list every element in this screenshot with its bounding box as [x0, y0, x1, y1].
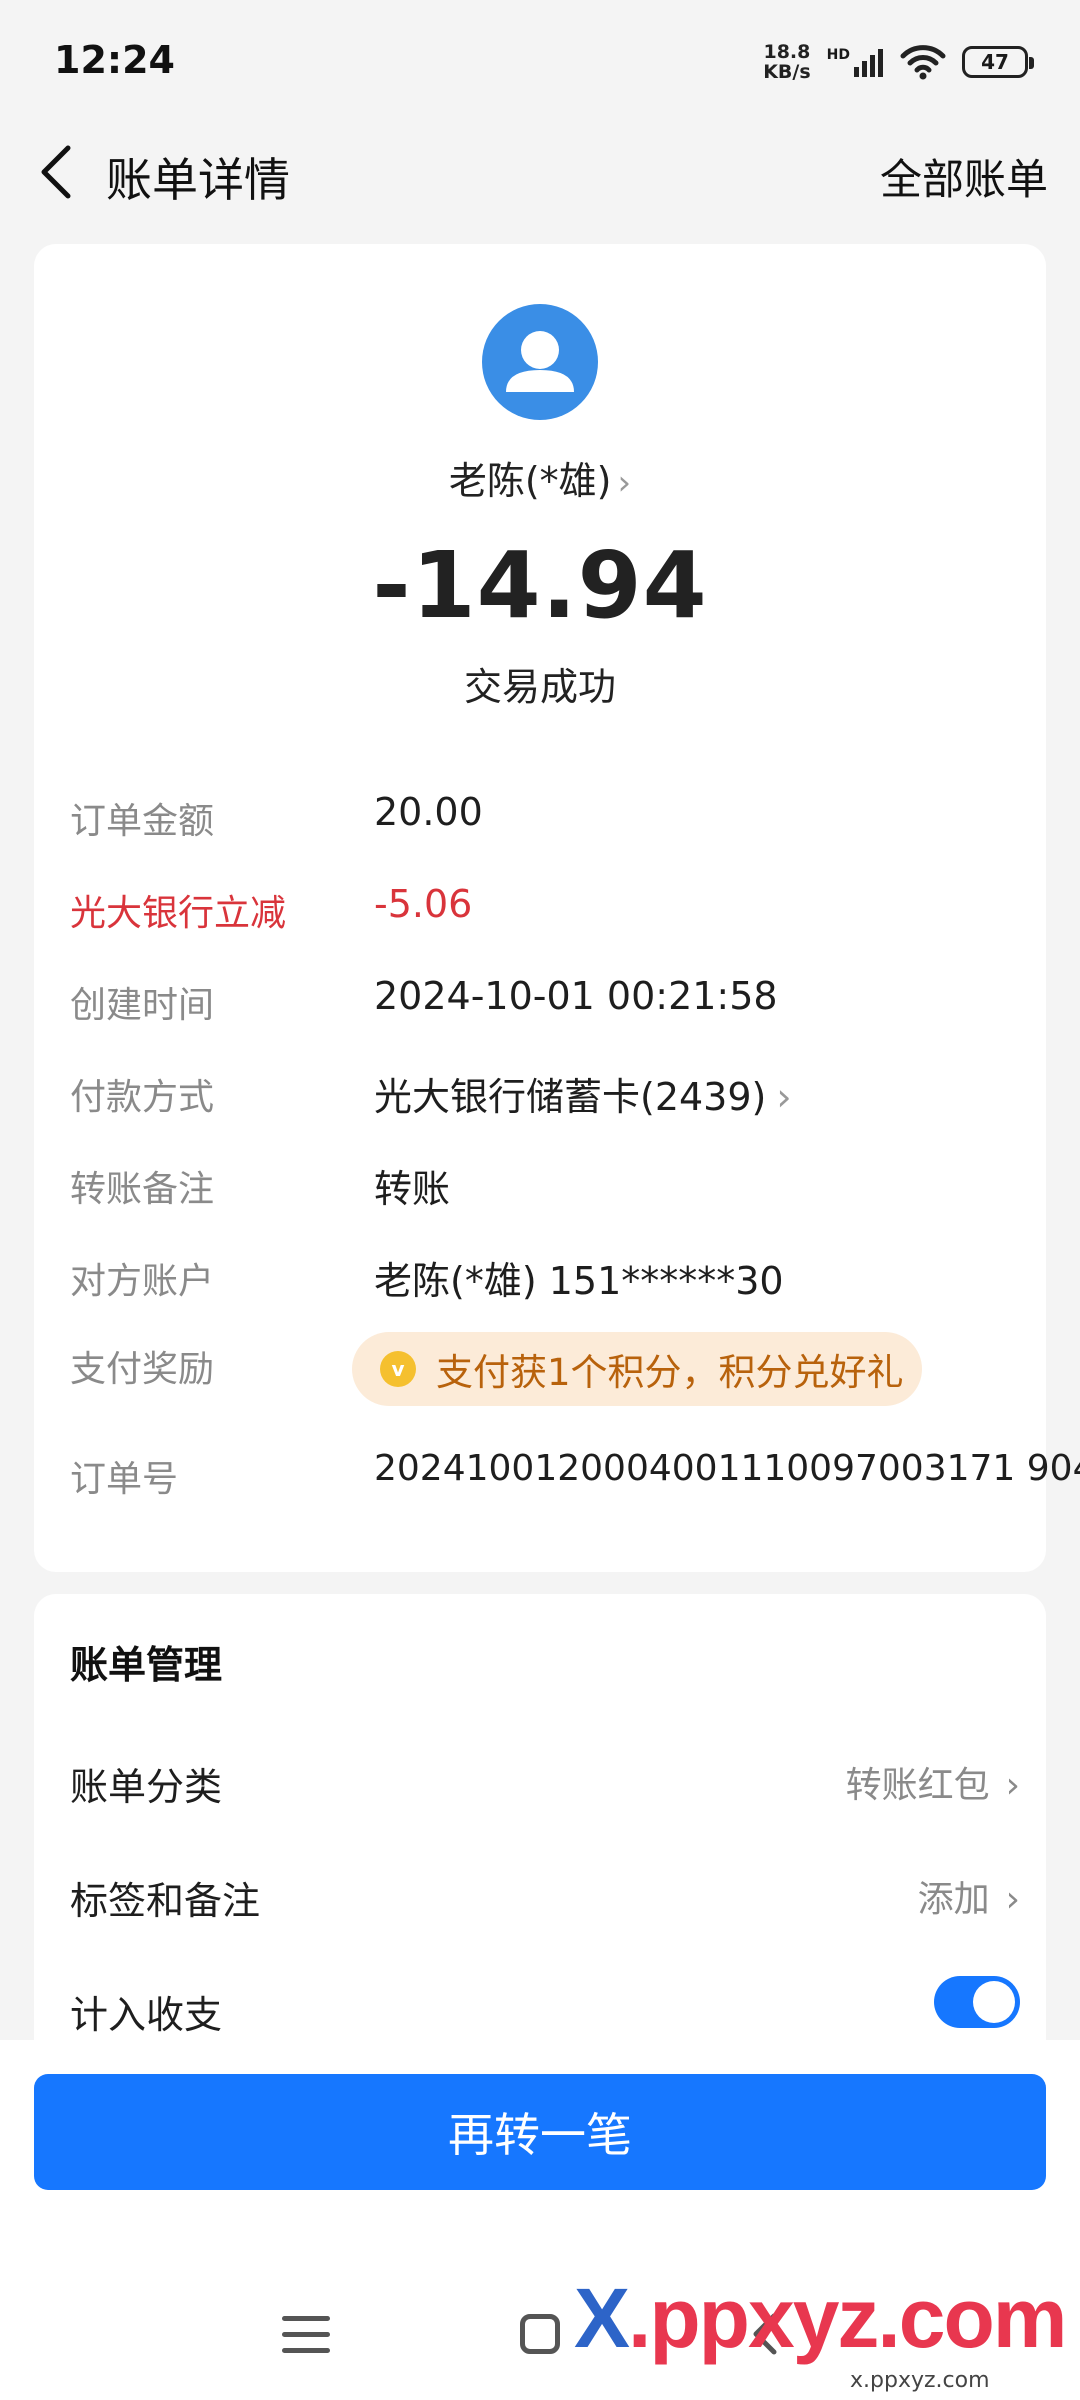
- status-time: 12:24: [54, 38, 175, 82]
- points-coin-icon: v: [380, 1351, 416, 1387]
- battery-icon: 47: [962, 46, 1034, 78]
- payee-name-link[interactable]: 老陈(*雄) ›: [34, 450, 1046, 505]
- bill-manage-card: 账单管理 账单分类 转账红包 › 标签和备注 添加 › 计入收支: [34, 1594, 1046, 2040]
- home-nav-icon[interactable]: [520, 2314, 560, 2354]
- watermark-url: x.ppxyz.com: [850, 2368, 990, 2393]
- status-indicators: 18.8 KB/s HD 47: [763, 38, 1034, 86]
- chevron-right-icon: ›: [776, 1075, 792, 1119]
- chevron-right-icon: ›: [617, 463, 632, 503]
- detail-row-reward: 支付奖励 v 支付获1个积分，积分兑好礼: [70, 1332, 1020, 1412]
- detail-row-order-amount: 订单金额 20.00: [70, 790, 483, 842]
- signal-icon: HD: [827, 47, 884, 77]
- detail-row-transfer-note: 转账备注 转账: [70, 1167, 451, 1211]
- detail-row-counterparty: 对方账户 老陈(*雄) 151******30: [70, 1259, 784, 1303]
- detail-row-created-time: 创建时间 2024-10-01 00:21:58: [70, 974, 778, 1026]
- transaction-status: 交易成功: [463, 665, 616, 709]
- bill-detail-card: 老陈(*雄) › -14.94 交易成功 订单金额 20.00 光大银行立减 -5…: [34, 244, 1080, 1572]
- chevron-left-icon: [41, 145, 71, 199]
- watermark-logo: X.ppxyz.com: [574, 2271, 1067, 2365]
- reward-badge[interactable]: v 支付获1个积分，积分兑好礼: [352, 1332, 922, 1406]
- status-bar: 12:24 18.8 KB/s HD 47: [0, 0, 1080, 124]
- tags-notes-row[interactable]: 标签和备注 添加 ›: [70, 1858, 1020, 1928]
- transaction-amount: -14.94: [372, 532, 708, 639]
- wifi-icon: [900, 45, 946, 80]
- chevron-right-icon: ›: [1005, 1765, 1020, 1806]
- menu-nav-icon[interactable]: [282, 2316, 330, 2356]
- chevron-right-icon: ›: [1005, 1879, 1020, 1920]
- all-bills-link[interactable]: 全部账单: [880, 146, 1048, 207]
- transfer-again-button[interactable]: 再转一笔: [34, 2074, 1046, 2190]
- detail-row-bank-discount: 光大银行立减 -5.06: [70, 882, 473, 934]
- detail-row-payment-method[interactable]: 付款方式 光大银行储蓄卡(2439) ›: [70, 1060, 1020, 1120]
- user-icon: [506, 331, 574, 392]
- bill-category-row[interactable]: 账单分类 转账红包 ›: [70, 1744, 1020, 1814]
- payee-avatar[interactable]: [482, 304, 598, 420]
- section-title: 账单管理: [70, 1643, 223, 1687]
- page-title: 账单详情: [106, 153, 290, 207]
- detail-row-order-number: 订单号 2024100120004001110097003171 9043: [70, 1448, 1080, 1500]
- count-in-balance-toggle[interactable]: [934, 1976, 1020, 2028]
- app-header: 账单详情 全部账单: [0, 124, 1080, 220]
- back-button[interactable]: [28, 132, 84, 212]
- count-in-balance-row: 计入收支: [70, 1972, 1020, 2042]
- network-speed: 18.8 KB/s: [763, 41, 811, 83]
